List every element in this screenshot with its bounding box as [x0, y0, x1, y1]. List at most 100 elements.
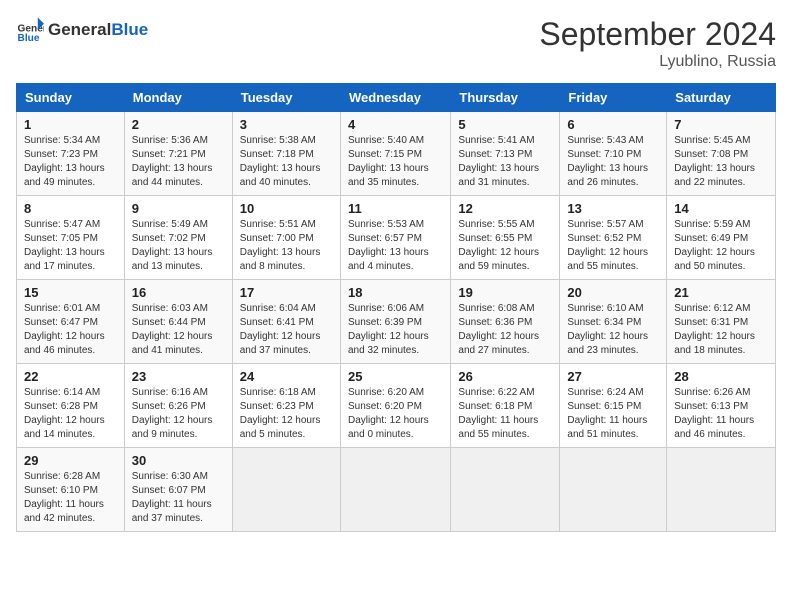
day-detail: Sunrise: 6:10 AMSunset: 6:34 PMDaylight:…: [567, 302, 659, 358]
calendar-cell: 22 Sunrise: 6:14 AMSunset: 6:28 PMDaylig…: [17, 364, 125, 448]
calendar-header-row: SundayMondayTuesdayWednesdayThursdayFrid…: [17, 84, 776, 112]
calendar-cell: 26 Sunrise: 6:22 AMSunset: 6:18 PMDaylig…: [451, 364, 560, 448]
day-detail: Sunrise: 6:24 AMSunset: 6:15 PMDaylight:…: [567, 386, 659, 442]
day-detail: Sunrise: 5:53 AMSunset: 6:57 PMDaylight:…: [348, 218, 443, 274]
day-detail: Sunrise: 6:28 AMSunset: 6:10 PMDaylight:…: [24, 470, 117, 526]
day-detail: Sunrise: 5:57 AMSunset: 6:52 PMDaylight:…: [567, 218, 659, 274]
calendar-week-row: 22 Sunrise: 6:14 AMSunset: 6:28 PMDaylig…: [17, 364, 776, 448]
calendar-cell: 8 Sunrise: 5:47 AMSunset: 7:05 PMDayligh…: [17, 196, 125, 280]
day-number: 30: [132, 453, 225, 468]
day-number: 4: [348, 117, 443, 132]
calendar-week-row: 29 Sunrise: 6:28 AMSunset: 6:10 PMDaylig…: [17, 448, 776, 532]
calendar-cell: 14 Sunrise: 5:59 AMSunset: 6:49 PMDaylig…: [667, 196, 776, 280]
day-number: 21: [674, 285, 768, 300]
day-number: 20: [567, 285, 659, 300]
day-number: 14: [674, 201, 768, 216]
calendar-cell: 17 Sunrise: 6:04 AMSunset: 6:41 PMDaylig…: [232, 280, 340, 364]
calendar-cell: 19 Sunrise: 6:08 AMSunset: 6:36 PMDaylig…: [451, 280, 560, 364]
month-title: September 2024: [539, 16, 776, 53]
calendar-cell: 15 Sunrise: 6:01 AMSunset: 6:47 PMDaylig…: [17, 280, 125, 364]
calendar-week-row: 8 Sunrise: 5:47 AMSunset: 7:05 PMDayligh…: [17, 196, 776, 280]
svg-text:Blue: Blue: [18, 33, 40, 44]
day-detail: Sunrise: 6:16 AMSunset: 6:26 PMDaylight:…: [132, 386, 225, 442]
day-number: 18: [348, 285, 443, 300]
calendar-cell: 18 Sunrise: 6:06 AMSunset: 6:39 PMDaylig…: [340, 280, 450, 364]
calendar-cell: 3 Sunrise: 5:38 AMSunset: 7:18 PMDayligh…: [232, 112, 340, 196]
day-number: 29: [24, 453, 117, 468]
calendar-cell: 1 Sunrise: 5:34 AMSunset: 7:23 PMDayligh…: [17, 112, 125, 196]
day-detail: Sunrise: 6:26 AMSunset: 6:13 PMDaylight:…: [674, 386, 768, 442]
calendar-cell: 29 Sunrise: 6:28 AMSunset: 6:10 PMDaylig…: [17, 448, 125, 532]
day-number: 9: [132, 201, 225, 216]
day-detail: Sunrise: 5:49 AMSunset: 7:02 PMDaylight:…: [132, 218, 225, 274]
day-number: 11: [348, 201, 443, 216]
day-number: 6: [567, 117, 659, 132]
calendar-cell: [560, 448, 667, 532]
calendar-week-row: 1 Sunrise: 5:34 AMSunset: 7:23 PMDayligh…: [17, 112, 776, 196]
calendar-cell: 9 Sunrise: 5:49 AMSunset: 7:02 PMDayligh…: [124, 196, 232, 280]
day-number: 7: [674, 117, 768, 132]
logo-text-block: GeneralBlue: [48, 20, 148, 40]
day-detail: Sunrise: 6:03 AMSunset: 6:44 PMDaylight:…: [132, 302, 225, 358]
day-number: 27: [567, 369, 659, 384]
day-number: 13: [567, 201, 659, 216]
col-header-monday: Monday: [124, 84, 232, 112]
day-detail: Sunrise: 5:43 AMSunset: 7:10 PMDaylight:…: [567, 134, 659, 190]
day-detail: Sunrise: 5:38 AMSunset: 7:18 PMDaylight:…: [240, 134, 333, 190]
calendar-cell: 20 Sunrise: 6:10 AMSunset: 6:34 PMDaylig…: [560, 280, 667, 364]
day-number: 12: [458, 201, 552, 216]
day-number: 26: [458, 369, 552, 384]
day-detail: Sunrise: 6:22 AMSunset: 6:18 PMDaylight:…: [458, 386, 552, 442]
calendar-cell: [667, 448, 776, 532]
day-detail: Sunrise: 6:12 AMSunset: 6:31 PMDaylight:…: [674, 302, 768, 358]
calendar-cell: 5 Sunrise: 5:41 AMSunset: 7:13 PMDayligh…: [451, 112, 560, 196]
col-header-tuesday: Tuesday: [232, 84, 340, 112]
day-number: 3: [240, 117, 333, 132]
day-number: 19: [458, 285, 552, 300]
day-number: 1: [24, 117, 117, 132]
col-header-wednesday: Wednesday: [340, 84, 450, 112]
day-detail: Sunrise: 6:30 AMSunset: 6:07 PMDaylight:…: [132, 470, 225, 526]
day-number: 8: [24, 201, 117, 216]
day-number: 10: [240, 201, 333, 216]
day-detail: Sunrise: 5:36 AMSunset: 7:21 PMDaylight:…: [132, 134, 225, 190]
col-header-saturday: Saturday: [667, 84, 776, 112]
calendar-cell: 6 Sunrise: 5:43 AMSunset: 7:10 PMDayligh…: [560, 112, 667, 196]
calendar-week-row: 15 Sunrise: 6:01 AMSunset: 6:47 PMDaylig…: [17, 280, 776, 364]
title-block: September 2024 Lyublino, Russia: [539, 16, 776, 71]
day-number: 28: [674, 369, 768, 384]
day-detail: Sunrise: 6:14 AMSunset: 6:28 PMDaylight:…: [24, 386, 117, 442]
day-detail: Sunrise: 6:01 AMSunset: 6:47 PMDaylight:…: [24, 302, 117, 358]
calendar-cell: 12 Sunrise: 5:55 AMSunset: 6:55 PMDaylig…: [451, 196, 560, 280]
logo-blue: Blue: [111, 20, 148, 40]
calendar-cell: 7 Sunrise: 5:45 AMSunset: 7:08 PMDayligh…: [667, 112, 776, 196]
calendar-cell: 24 Sunrise: 6:18 AMSunset: 6:23 PMDaylig…: [232, 364, 340, 448]
calendar-cell: 11 Sunrise: 5:53 AMSunset: 6:57 PMDaylig…: [340, 196, 450, 280]
calendar-cell: 27 Sunrise: 6:24 AMSunset: 6:15 PMDaylig…: [560, 364, 667, 448]
calendar-cell: 28 Sunrise: 6:26 AMSunset: 6:13 PMDaylig…: [667, 364, 776, 448]
day-detail: Sunrise: 5:51 AMSunset: 7:00 PMDaylight:…: [240, 218, 333, 274]
day-detail: Sunrise: 6:20 AMSunset: 6:20 PMDaylight:…: [348, 386, 443, 442]
day-detail: Sunrise: 5:59 AMSunset: 6:49 PMDaylight:…: [674, 218, 768, 274]
day-detail: Sunrise: 5:41 AMSunset: 7:13 PMDaylight:…: [458, 134, 552, 190]
calendar-cell: 30 Sunrise: 6:30 AMSunset: 6:07 PMDaylig…: [124, 448, 232, 532]
calendar-cell: 21 Sunrise: 6:12 AMSunset: 6:31 PMDaylig…: [667, 280, 776, 364]
day-detail: Sunrise: 6:04 AMSunset: 6:41 PMDaylight:…: [240, 302, 333, 358]
calendar-cell: 13 Sunrise: 5:57 AMSunset: 6:52 PMDaylig…: [560, 196, 667, 280]
day-number: 5: [458, 117, 552, 132]
day-number: 23: [132, 369, 225, 384]
calendar-cell: 10 Sunrise: 5:51 AMSunset: 7:00 PMDaylig…: [232, 196, 340, 280]
day-number: 25: [348, 369, 443, 384]
col-header-thursday: Thursday: [451, 84, 560, 112]
calendar-cell: 16 Sunrise: 6:03 AMSunset: 6:44 PMDaylig…: [124, 280, 232, 364]
calendar-cell: [340, 448, 450, 532]
calendar-table: SundayMondayTuesdayWednesdayThursdayFrid…: [16, 83, 776, 532]
logo: General Blue GeneralBlue: [16, 16, 148, 44]
col-header-sunday: Sunday: [17, 84, 125, 112]
col-header-friday: Friday: [560, 84, 667, 112]
calendar-cell: 2 Sunrise: 5:36 AMSunset: 7:21 PMDayligh…: [124, 112, 232, 196]
calendar-cell: [232, 448, 340, 532]
day-number: 15: [24, 285, 117, 300]
day-detail: Sunrise: 5:45 AMSunset: 7:08 PMDaylight:…: [674, 134, 768, 190]
day-detail: Sunrise: 5:55 AMSunset: 6:55 PMDaylight:…: [458, 218, 552, 274]
